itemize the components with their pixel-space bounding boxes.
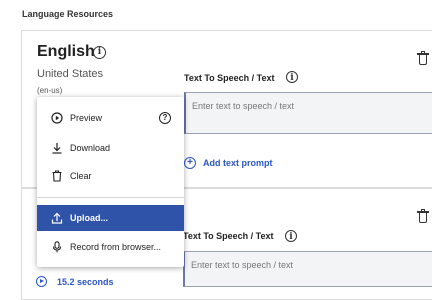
tts-textarea[interactable]: Enter text to speech / text bbox=[183, 251, 432, 287]
duration-label: 15.2 seconds bbox=[57, 276, 114, 287]
info-icon[interactable]: i bbox=[93, 46, 106, 59]
microphone-icon bbox=[52, 241, 62, 253]
menu-divider bbox=[37, 197, 184, 198]
menu-item-preview[interactable]: Preview ? bbox=[37, 105, 184, 131]
language-name: English bbox=[37, 43, 95, 60]
tts-label: Text To Speech / Text bbox=[184, 73, 275, 83]
trash-icon bbox=[52, 170, 62, 182]
download-icon bbox=[52, 143, 62, 154]
language-locale: (en-us) bbox=[37, 86, 63, 95]
info-icon[interactable]: i bbox=[286, 71, 298, 83]
menu-item-label: Clear bbox=[70, 171, 92, 181]
play-icon bbox=[36, 276, 47, 287]
tts-textarea[interactable]: Enter text to speech / text bbox=[184, 92, 432, 134]
add-text-prompt-label: Add text prompt bbox=[203, 158, 273, 168]
menu-item-record[interactable]: Record from browser... bbox=[37, 234, 184, 260]
context-menu: Preview ? Download Clear Upload... Recor… bbox=[37, 97, 184, 267]
plus-circle-icon: + bbox=[184, 157, 196, 169]
info-icon[interactable]: i bbox=[285, 230, 297, 242]
menu-item-label: Record from browser... bbox=[70, 242, 162, 252]
upload-icon bbox=[51, 212, 63, 224]
menu-item-upload[interactable]: Upload... bbox=[37, 205, 184, 231]
menu-item-download[interactable]: Download bbox=[37, 135, 184, 161]
trash-icon[interactable] bbox=[417, 51, 429, 65]
language-region: United States bbox=[37, 68, 104, 80]
menu-item-clear[interactable]: Clear bbox=[37, 163, 184, 189]
audio-duration[interactable]: 15.2 seconds bbox=[36, 276, 114, 287]
help-icon[interactable]: ? bbox=[159, 112, 171, 124]
menu-item-label: Preview bbox=[70, 113, 103, 123]
play-icon bbox=[51, 112, 63, 124]
menu-item-label: Download bbox=[70, 143, 111, 153]
section-title: Language Resources bbox=[22, 9, 114, 19]
trash-icon[interactable] bbox=[417, 209, 429, 223]
add-text-prompt-button[interactable]: + Add text prompt bbox=[184, 157, 273, 169]
menu-item-label: Upload... bbox=[70, 213, 108, 223]
tts-label: Text To Speech / Text bbox=[183, 231, 274, 241]
